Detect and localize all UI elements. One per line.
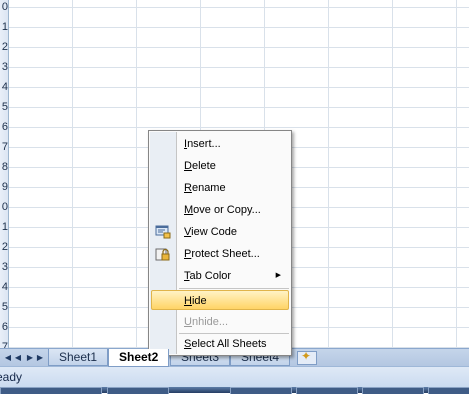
menu-item-label: Protect Sheet... bbox=[184, 248, 260, 260]
row-number[interactable]: 9 bbox=[0, 177, 8, 197]
menu-item-label: Tab Color bbox=[184, 270, 232, 282]
sheet-tab-2[interactable]: Sheet2 bbox=[108, 349, 170, 367]
insert-sheet-icon: ✦ bbox=[301, 349, 312, 363]
next-sheet-nav-button[interactable]: ▶ bbox=[25, 351, 35, 364]
row-number[interactable]: 2 bbox=[0, 237, 8, 257]
row-number[interactable]: 1 bbox=[0, 17, 8, 37]
submenu-arrow-icon: ▶ bbox=[275, 272, 281, 279]
row-number[interactable]: 5 bbox=[0, 97, 8, 117]
menu-item-label: Move or Copy... bbox=[184, 204, 261, 216]
menu-item-insert[interactable]: Insert... bbox=[151, 134, 289, 154]
menu-item-label: Rename bbox=[184, 182, 226, 194]
sheet-tab-label: Sheet2 bbox=[119, 350, 159, 364]
row-number[interactable]: 3 bbox=[0, 57, 8, 77]
insert-worksheet-button[interactable]: ✦ bbox=[297, 349, 317, 365]
row-number[interactable]: 3 bbox=[0, 257, 8, 277]
menu-item-move-or-copy[interactable]: Move or Copy... bbox=[151, 200, 289, 220]
menu-item-label: View Code bbox=[184, 226, 237, 238]
first-sheet-nav-button[interactable]: ◀ bbox=[3, 351, 13, 364]
menu-item-label: Delete bbox=[184, 160, 216, 172]
menu-item-hide[interactable]: Hide bbox=[151, 290, 289, 310]
row-number[interactable]: 1 bbox=[0, 217, 8, 237]
status-text: eady bbox=[0, 370, 23, 384]
row-number[interactable]: 5 bbox=[0, 297, 8, 317]
row-number[interactable]: 0 bbox=[0, 0, 8, 17]
last-sheet-nav-button[interactable]: ▶ bbox=[35, 351, 45, 364]
menu-item-protect-sheet[interactable]: Protect Sheet... bbox=[151, 244, 289, 264]
protect-sheet-icon bbox=[155, 248, 170, 261]
sheet-tab-label: Sheet1 bbox=[59, 350, 98, 364]
menu-item-rename[interactable]: Rename bbox=[151, 178, 289, 198]
row-number[interactable]: 0 bbox=[0, 197, 8, 217]
row-number[interactable]: 6 bbox=[0, 317, 8, 337]
row-number[interactable]: 7 bbox=[0, 137, 8, 157]
view-code-icon bbox=[155, 225, 171, 239]
sheet-context-menu: Insert... Delete Rename Move or Copy... … bbox=[148, 130, 292, 356]
row-number[interactable]: 8 bbox=[0, 157, 8, 177]
menu-item-unhide[interactable]: Unhide... bbox=[151, 312, 289, 332]
menu-item-label: Insert... bbox=[184, 138, 221, 150]
row-number[interactable]: 2 bbox=[0, 37, 8, 57]
row-number[interactable]: 4 bbox=[0, 77, 8, 97]
menu-item-view-code[interactable]: View Code bbox=[151, 222, 289, 242]
sheet-tab-1[interactable]: Sheet1 bbox=[48, 349, 109, 366]
menu-item-delete[interactable]: Delete bbox=[151, 156, 289, 176]
menu-item-select-all-sheets[interactable]: Select All Sheets bbox=[151, 334, 289, 354]
menu-item-label: Select All Sheets bbox=[184, 338, 267, 350]
status-bar: eady bbox=[0, 366, 469, 388]
menu-item-tab-color[interactable]: Tab Color ▶ bbox=[151, 266, 289, 286]
menu-item-label: Unhide... bbox=[184, 316, 229, 328]
row-number[interactable]: 4 bbox=[0, 277, 8, 297]
prev-sheet-nav-button[interactable]: ◀ bbox=[13, 351, 23, 364]
menu-item-label: Hide bbox=[184, 295, 207, 307]
row-number[interactable]: 6 bbox=[0, 117, 8, 137]
taskbar bbox=[0, 387, 469, 394]
menu-separator bbox=[179, 288, 289, 289]
row-headers: 012345678901234567 bbox=[0, 0, 9, 353]
